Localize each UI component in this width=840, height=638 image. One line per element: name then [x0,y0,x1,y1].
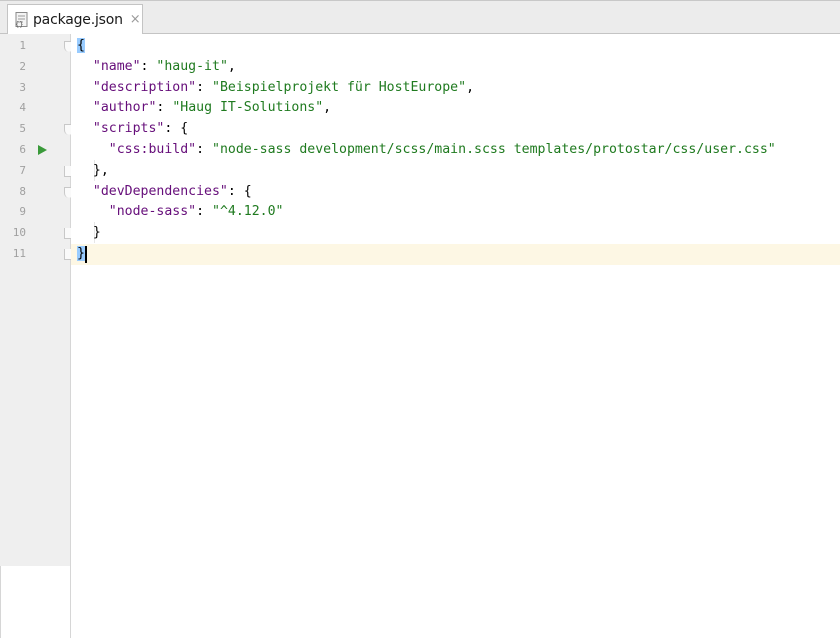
json-value: "Beispielprojekt für HostEurope" [212,79,467,95]
line-number: 4 [19,101,26,115]
code-line-9: "node-sass": "^4.12.0" [77,202,284,223]
json-value: "^4.12.0" [212,204,284,220]
json-separator: : [156,100,173,116]
code-line-11: } [77,244,85,265]
json-separator: : [196,142,212,157]
line-number: 2 [19,59,26,73]
text-caret [85,246,87,263]
json-key: "author" [92,100,157,116]
line-number: 8 [19,184,26,198]
current-line-highlight [71,244,840,265]
json-close-brace: }, [92,162,109,178]
json-comma: , [227,58,236,74]
code-editor[interactable]: { "name": "haug-it", "description": "Bei… [71,34,840,638]
code-line-10: } [77,223,101,244]
svg-text:{}: {} [15,20,23,28]
json-file-icon: {} [13,11,31,29]
tab-package-json[interactable]: {} package.json × [7,4,143,34]
json-key: "description" [92,79,197,95]
close-brace: } [77,246,85,261]
code-line-2: "name": "haug-it", [77,57,236,78]
tab-filename: package.json [33,11,123,28]
code-line-6: "css:build": "node-sass development/scss… [77,140,776,161]
close-icon[interactable]: × [130,12,141,27]
code-line-8: "devDependencies": { [77,182,252,203]
json-key: "css:build" [108,142,197,157]
json-comma: , [466,79,475,95]
line-number: 5 [19,122,26,136]
json-separator: : [196,204,212,220]
code-line-3: "description": "Beispielprojekt für Host… [77,78,474,99]
line-number: 1 [19,39,26,52]
code-line-1: { [77,36,85,57]
json-open-brace: { [180,121,189,137]
json-value: "haug-it" [156,58,228,74]
run-gutter-icon[interactable] [38,145,47,156]
json-key: "node-sass" [108,204,197,220]
line-number: 11 [12,247,26,260]
code-line-5: "scripts": { [77,119,188,140]
editor-tab-bar: {} package.json × [0,0,840,34]
line-number: 6 [19,143,26,156]
ide-window: {} package.json × 1 2 3 4 5 6 7 8 9 10 1… [0,0,840,638]
json-key: "devDependencies" [92,183,228,199]
json-open-brace: { [243,183,252,199]
json-value: "Haug IT-Solutions" [172,100,324,116]
json-separator: : [196,79,212,95]
json-comma: , [323,100,332,116]
open-brace: { [77,38,85,53]
json-separator: : [140,58,157,74]
line-number: 10 [12,226,26,240]
json-separator: : [227,183,244,199]
json-key: "name" [92,58,141,74]
code-line-4: "author": "Haug IT-Solutions", [77,98,331,119]
editor-gutter: 1 2 3 4 5 6 7 8 9 10 11 [0,34,74,638]
code-line-7: }, [77,161,109,182]
line-number: 9 [19,205,26,219]
gutter-bottom-area [0,566,70,638]
json-value: "node-sass development/scss/main.scss te… [212,142,776,157]
line-number: 3 [19,80,26,94]
line-number: 7 [19,163,26,177]
json-separator: : [164,121,181,137]
json-key: "scripts" [92,121,165,137]
json-close-brace: } [92,225,101,241]
